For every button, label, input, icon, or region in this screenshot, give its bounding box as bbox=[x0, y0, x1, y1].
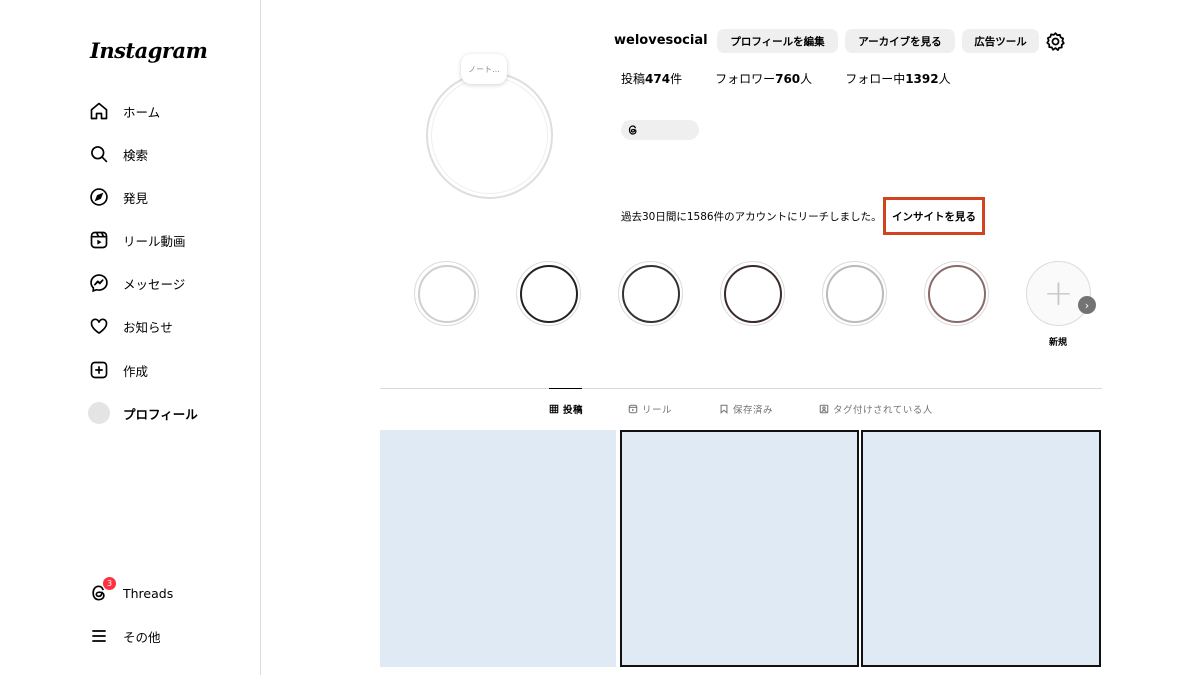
note-bubble[interactable]: ノート... bbox=[461, 54, 507, 84]
sidebar-item-search[interactable]: 検索 bbox=[88, 142, 148, 166]
profile-picture[interactable] bbox=[426, 72, 553, 199]
sidebar-item-profile[interactable]: プロフィール bbox=[88, 401, 198, 425]
view-insights-link[interactable]: インサイトを見る bbox=[883, 197, 985, 235]
sidebar-item-threads[interactable]: 3 Threads bbox=[88, 577, 174, 605]
reels-icon bbox=[88, 229, 110, 251]
story-highlight[interactable] bbox=[822, 261, 887, 326]
tab-tagged[interactable]: タグ付けされている人 bbox=[819, 402, 933, 416]
reach-summary: 過去30日間に1586件のアカウントにリーチしました。 bbox=[621, 211, 882, 223]
threads-icon: 3 bbox=[88, 577, 116, 604]
edit-profile-button[interactable]: プロフィールを編集 bbox=[717, 29, 838, 53]
followers-count[interactable]: フォロワー760人 bbox=[715, 70, 812, 87]
profile-stats: 投稿474件 フォロワー760人 フォロー中1392人 bbox=[621, 70, 951, 87]
sidebar-item-label: 発見 bbox=[123, 190, 149, 206]
new-highlight-button[interactable]: + bbox=[1026, 261, 1091, 326]
threads-profile-link[interactable] bbox=[621, 120, 699, 140]
plus-icon: + bbox=[1043, 272, 1074, 314]
post-thumbnail[interactable] bbox=[861, 430, 1101, 667]
menu-icon bbox=[88, 625, 110, 647]
story-highlight[interactable] bbox=[516, 261, 581, 326]
avatar bbox=[88, 402, 110, 424]
sidebar-item-label: お知らせ bbox=[123, 319, 173, 335]
tab-reels[interactable]: リール bbox=[628, 402, 672, 416]
threads-icon bbox=[628, 125, 637, 135]
create-icon bbox=[88, 359, 110, 381]
posts-count: 投稿474件 bbox=[621, 72, 683, 86]
sidebar-item-label: 検索 bbox=[123, 147, 149, 163]
story-highlight[interactable] bbox=[924, 261, 989, 326]
sidebar-item-reels[interactable]: リール動画 bbox=[88, 228, 186, 252]
tag-person-icon bbox=[819, 404, 829, 414]
following-count[interactable]: フォロー中1392人 bbox=[845, 70, 950, 87]
bookmark-icon bbox=[720, 404, 728, 414]
sidebar-item-explore[interactable]: 発見 bbox=[88, 185, 148, 209]
post-thumbnail[interactable] bbox=[620, 430, 859, 667]
username: welovesocial bbox=[614, 33, 708, 48]
search-icon bbox=[88, 143, 110, 165]
story-highlight[interactable] bbox=[414, 261, 479, 326]
sidebar-item-label: メッセージ bbox=[123, 276, 186, 292]
settings-icon[interactable] bbox=[1045, 31, 1066, 52]
home-icon bbox=[88, 100, 110, 122]
sidebar-item-label: その他 bbox=[123, 629, 161, 645]
sidebar-item-label: Threads bbox=[123, 585, 174, 601]
story-highlight[interactable] bbox=[720, 261, 785, 326]
sidebar-item-label: 作成 bbox=[123, 363, 149, 379]
notification-badge: 3 bbox=[103, 577, 116, 590]
story-highlight[interactable] bbox=[618, 261, 683, 326]
view-archive-button[interactable]: アーカイブを見る bbox=[845, 29, 955, 53]
messenger-icon bbox=[88, 272, 110, 294]
tab-posts[interactable]: 投稿 bbox=[549, 402, 583, 416]
sidebar-item-messages[interactable]: メッセージ bbox=[88, 271, 185, 295]
reels-icon bbox=[628, 404, 638, 414]
sidebar-item-create[interactable]: 作成 bbox=[88, 358, 148, 382]
sidebar-item-home[interactable]: ホーム bbox=[88, 99, 160, 123]
ad-tools-button[interactable]: 広告ツール bbox=[962, 29, 1039, 53]
sidebar-item-label: リール動画 bbox=[123, 233, 186, 249]
grid-icon bbox=[549, 404, 559, 414]
post-thumbnail[interactable] bbox=[380, 430, 616, 667]
tab-divider bbox=[380, 388, 1102, 389]
sidebar-item-label: ホーム bbox=[123, 104, 161, 120]
sidebar-item-more[interactable]: その他 bbox=[88, 624, 161, 648]
chevron-right-icon[interactable]: › bbox=[1078, 296, 1096, 314]
sidebar-item-label: プロフィール bbox=[123, 406, 198, 422]
compass-icon bbox=[88, 186, 110, 208]
view-insights-label: インサイトを見る bbox=[892, 210, 976, 223]
sidebar: Instagram ホーム 検索 発見 リール動画 メッセージ お知らせ 作成 … bbox=[0, 0, 261, 675]
sidebar-item-notifications[interactable]: お知らせ bbox=[88, 314, 173, 338]
new-highlight-label: 新規 bbox=[1049, 338, 1068, 348]
heart-icon bbox=[88, 315, 110, 337]
active-tab-indicator bbox=[549, 388, 582, 389]
instagram-logo[interactable]: Instagram bbox=[90, 38, 208, 63]
tab-saved[interactable]: 保存済み bbox=[719, 402, 773, 416]
